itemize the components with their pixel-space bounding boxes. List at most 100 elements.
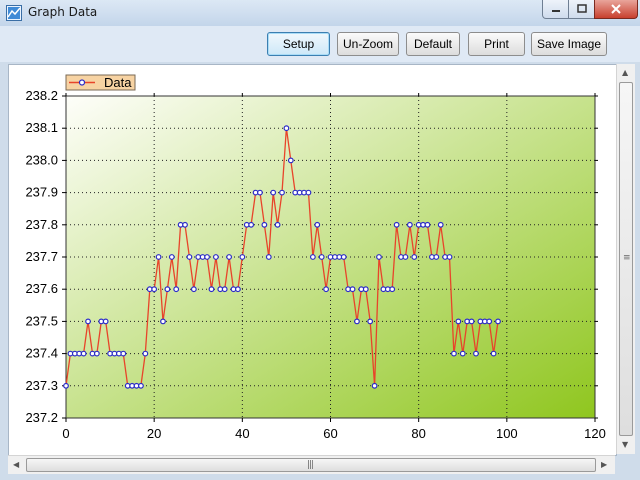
x-tick-label: 0 bbox=[62, 426, 69, 441]
data-point bbox=[433, 254, 440, 260]
data-point bbox=[164, 286, 171, 293]
scroll-down-icon[interactable]: ▼ bbox=[622, 440, 628, 449]
data-point bbox=[486, 318, 493, 325]
data-point bbox=[212, 254, 219, 260]
grip-icon: ≡ bbox=[623, 253, 630, 263]
horizontal-scroll-thumb[interactable]: ||| bbox=[26, 458, 596, 472]
data-point bbox=[85, 318, 91, 325]
y-tick-label: 238.0 bbox=[25, 152, 58, 167]
x-tick-label: 20 bbox=[147, 426, 161, 441]
x-tick-label: 40 bbox=[235, 426, 249, 441]
unzoom-button[interactable]: Un-Zoom bbox=[337, 32, 399, 56]
legend-label: Data bbox=[104, 75, 132, 90]
data-point bbox=[265, 254, 272, 260]
title-bar: Graph Data bbox=[0, 0, 640, 27]
data-point bbox=[455, 318, 462, 325]
vertical-scroll-thumb[interactable]: ≡ bbox=[619, 82, 633, 436]
save-image-button[interactable]: Save Image bbox=[531, 32, 607, 56]
x-tick-label: 120 bbox=[584, 426, 606, 441]
chart-app-icon bbox=[6, 5, 22, 21]
default-button[interactable]: Default bbox=[406, 32, 460, 56]
close-button[interactable] bbox=[594, 0, 638, 19]
legend-marker-swatch bbox=[78, 79, 86, 86]
data-point bbox=[287, 157, 294, 164]
data-point bbox=[270, 189, 277, 196]
data-point bbox=[248, 221, 255, 228]
data-point bbox=[204, 254, 210, 260]
data-point bbox=[495, 318, 501, 325]
horizontal-scrollbar[interactable]: ◀ ||| ▶ bbox=[8, 455, 615, 474]
data-point bbox=[468, 318, 475, 325]
line-chart[interactable]: 237.2 237.3 237.4 237.5 237.6 237.7 237.8 237.9… bbox=[9, 65, 616, 455]
data-point bbox=[160, 318, 166, 325]
data-point bbox=[411, 254, 418, 260]
data-point bbox=[261, 221, 268, 228]
minimize-icon bbox=[552, 10, 560, 12]
data-point bbox=[389, 286, 396, 293]
data-point bbox=[257, 189, 263, 196]
data-point bbox=[283, 125, 290, 132]
y-tick-label: 237.9 bbox=[25, 185, 58, 200]
data-point bbox=[138, 382, 144, 389]
data-point bbox=[190, 286, 197, 293]
close-icon bbox=[611, 4, 621, 14]
y-tick-label: 238.2 bbox=[25, 88, 58, 103]
y-tick-label: 238.1 bbox=[25, 120, 58, 135]
data-point bbox=[80, 350, 87, 357]
data-point bbox=[309, 254, 316, 260]
data-point bbox=[274, 221, 281, 228]
data-point bbox=[182, 221, 188, 228]
y-tick-label: 237.3 bbox=[25, 378, 58, 393]
data-point bbox=[446, 254, 453, 260]
scroll-up-icon[interactable]: ▲ bbox=[622, 68, 628, 77]
y-tick-label: 237.8 bbox=[25, 217, 58, 232]
x-tick-label: 60 bbox=[323, 426, 337, 441]
data-point bbox=[208, 286, 215, 293]
scroll-right-icon[interactable]: ▶ bbox=[601, 460, 607, 469]
data-point bbox=[221, 286, 228, 293]
data-point bbox=[305, 189, 312, 196]
window-title: Graph Data bbox=[28, 5, 98, 19]
data-point bbox=[367, 318, 374, 325]
maximize-icon bbox=[577, 4, 587, 13]
data-point bbox=[226, 254, 233, 260]
data-point bbox=[173, 286, 180, 293]
maximize-button[interactable] bbox=[568, 0, 596, 19]
data-point bbox=[473, 350, 479, 357]
legend[interactable]: Data bbox=[65, 74, 136, 91]
data-point bbox=[155, 254, 162, 260]
data-point bbox=[142, 350, 149, 357]
data-point bbox=[318, 254, 325, 260]
data-point bbox=[120, 350, 127, 357]
scroll-left-icon[interactable]: ◀ bbox=[13, 460, 19, 469]
data-point bbox=[362, 286, 369, 293]
y-tick-label: 237.6 bbox=[25, 281, 58, 296]
data-point bbox=[186, 254, 193, 260]
data-point bbox=[314, 221, 321, 228]
plot-panel: 237.2 237.3 237.4 237.5 237.6 237.7 237.8 237.9… bbox=[8, 64, 617, 456]
vertical-scrollbar[interactable]: ▲ ≡ ▼ bbox=[616, 64, 635, 454]
data-point bbox=[406, 221, 413, 228]
data-point bbox=[235, 286, 241, 293]
y-tick-label: 237.5 bbox=[25, 313, 58, 328]
x-tick-label: 80 bbox=[411, 426, 425, 441]
data-point bbox=[354, 318, 360, 325]
data-point bbox=[371, 382, 378, 389]
minimize-button[interactable] bbox=[542, 0, 570, 19]
data-point bbox=[424, 221, 431, 228]
data-point bbox=[63, 382, 69, 389]
data-point bbox=[402, 254, 409, 260]
data-point bbox=[168, 254, 175, 260]
setup-button[interactable]: Setup bbox=[267, 32, 330, 56]
data-point bbox=[151, 286, 158, 293]
data-point bbox=[490, 350, 497, 357]
data-point bbox=[239, 254, 246, 260]
data-point bbox=[393, 221, 400, 228]
y-tick-label: 237.7 bbox=[25, 249, 58, 264]
data-point bbox=[459, 350, 466, 357]
print-button[interactable]: Print bbox=[468, 32, 525, 56]
data-point bbox=[323, 286, 329, 293]
data-point bbox=[279, 189, 285, 196]
y-tick-label: 237.4 bbox=[25, 346, 58, 361]
x-tick-label: 100 bbox=[496, 426, 518, 441]
